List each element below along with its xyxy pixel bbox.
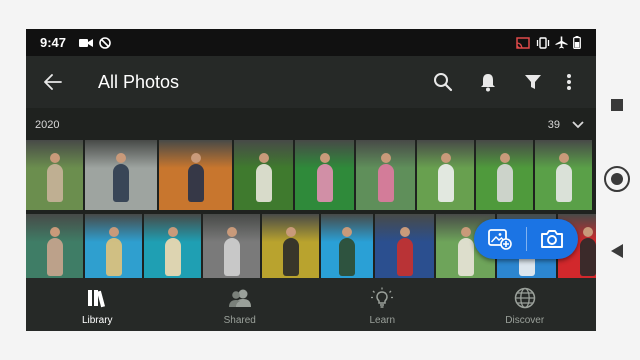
photo-subject-head <box>440 153 451 163</box>
photo-subject <box>255 164 272 202</box>
nav-label: Discover <box>505 315 545 326</box>
photo-subject <box>113 164 129 202</box>
photo-subject-head <box>319 153 330 163</box>
photo-subject <box>437 164 454 202</box>
photo-thumbnail[interactable] <box>26 214 83 278</box>
photo-subject-head <box>558 153 569 163</box>
nav-item-learn[interactable]: Learn <box>311 278 454 331</box>
more-vertical-icon[interactable] <box>556 69 582 95</box>
home-circle-icon[interactable] <box>600 162 634 196</box>
photo-thumbnail[interactable] <box>417 140 474 210</box>
photo-subject <box>339 238 355 276</box>
nav-label: Learn <box>369 315 396 326</box>
photo-subject <box>555 164 572 202</box>
photo-thumbnail[interactable] <box>234 140 293 210</box>
photo-subject-head <box>116 153 126 163</box>
do-not-disturb-icon <box>99 36 111 49</box>
video-camera-icon <box>79 36 93 49</box>
photo-subject-head <box>499 153 510 163</box>
photo-thumbnail[interactable] <box>144 214 201 278</box>
photo-subject-head <box>582 227 593 237</box>
photo-subject <box>223 238 240 276</box>
photo-thumbnail[interactable] <box>356 140 415 210</box>
shared-people-icon <box>227 287 253 309</box>
back-arrow-icon[interactable] <box>40 69 66 95</box>
library-books-icon <box>86 287 108 309</box>
photo-thumbnail[interactable] <box>85 140 157 210</box>
nav-item-discover[interactable]: Discover <box>454 278 597 331</box>
photo-subject <box>46 238 63 276</box>
photo-subject-head <box>399 227 410 237</box>
photo-subject <box>164 238 181 276</box>
photo-thumbnail[interactable] <box>375 214 434 278</box>
phone-screen: 9:47 All Photos 2020 39 Library Shared L… <box>26 29 596 331</box>
photo-subject-head <box>342 227 352 237</box>
chevron-down-icon[interactable] <box>568 116 588 134</box>
recents-square-icon[interactable] <box>600 88 634 122</box>
bottom-navigation: Library Shared Learn Discover <box>26 278 596 331</box>
camera-icon[interactable] <box>526 219 578 259</box>
app-bar: All Photos <box>26 56 596 108</box>
year-label: 2020 <box>35 119 60 131</box>
photo-subject-head <box>49 153 60 163</box>
photo-subject <box>457 238 474 276</box>
photo-thumbnail[interactable] <box>159 140 232 210</box>
photo-thumbnail[interactable] <box>321 214 373 278</box>
nav-item-shared[interactable]: Shared <box>169 278 312 331</box>
vibrate-icon <box>536 36 550 49</box>
photo-subject-head <box>258 153 269 163</box>
photo-subject-head <box>460 227 471 237</box>
airplane-mode-icon <box>555 36 568 49</box>
photo-thumbnail[interactable] <box>85 214 142 278</box>
photo-subject-head <box>285 227 296 237</box>
lightbulb-icon <box>370 287 394 309</box>
photo-subject <box>579 238 596 276</box>
battery-icon <box>573 36 581 49</box>
status-bar: 9:47 <box>26 29 596 56</box>
back-triangle-icon[interactable] <box>600 234 634 268</box>
nav-label: Shared <box>223 315 256 326</box>
photo-thumbnail[interactable] <box>262 214 319 278</box>
photo-subject-head <box>49 227 60 237</box>
nav-label: Library <box>81 315 113 326</box>
photo-subject-head <box>167 227 178 237</box>
page-title: All Photos <box>98 72 180 92</box>
add-photo-icon[interactable] <box>474 219 526 259</box>
filter-icon[interactable] <box>520 69 546 95</box>
photo-subject <box>396 238 413 276</box>
photo-subject <box>316 164 333 202</box>
section-header: 2020 39 <box>26 113 596 137</box>
notifications-bell-icon[interactable] <box>475 69 501 95</box>
nav-item-library[interactable]: Library <box>26 278 169 331</box>
floating-action-button <box>474 219 578 259</box>
globe-icon <box>514 287 536 309</box>
photo-thumbnail[interactable] <box>203 214 260 278</box>
photo-subject <box>377 164 394 202</box>
photo-subject <box>282 238 299 276</box>
photo-subject <box>496 164 513 202</box>
photo-subject <box>105 238 122 276</box>
photo-thumbnail[interactable] <box>535 140 592 210</box>
cast-icon <box>516 36 530 49</box>
photo-subject <box>187 164 204 202</box>
photo-subject-head <box>190 153 201 163</box>
status-time: 9:47 <box>40 35 67 50</box>
search-icon[interactable] <box>430 69 456 95</box>
photo-thumbnail[interactable] <box>476 140 533 210</box>
photo-thumbnail[interactable] <box>295 140 354 210</box>
photo-thumbnail[interactable] <box>26 140 83 210</box>
photo-subject-head <box>226 227 237 237</box>
photo-subject-head <box>108 227 119 237</box>
photo-count: 39 <box>547 119 560 131</box>
photo-subject <box>46 164 63 202</box>
photo-row <box>26 140 592 210</box>
photo-subject-head <box>380 153 391 163</box>
